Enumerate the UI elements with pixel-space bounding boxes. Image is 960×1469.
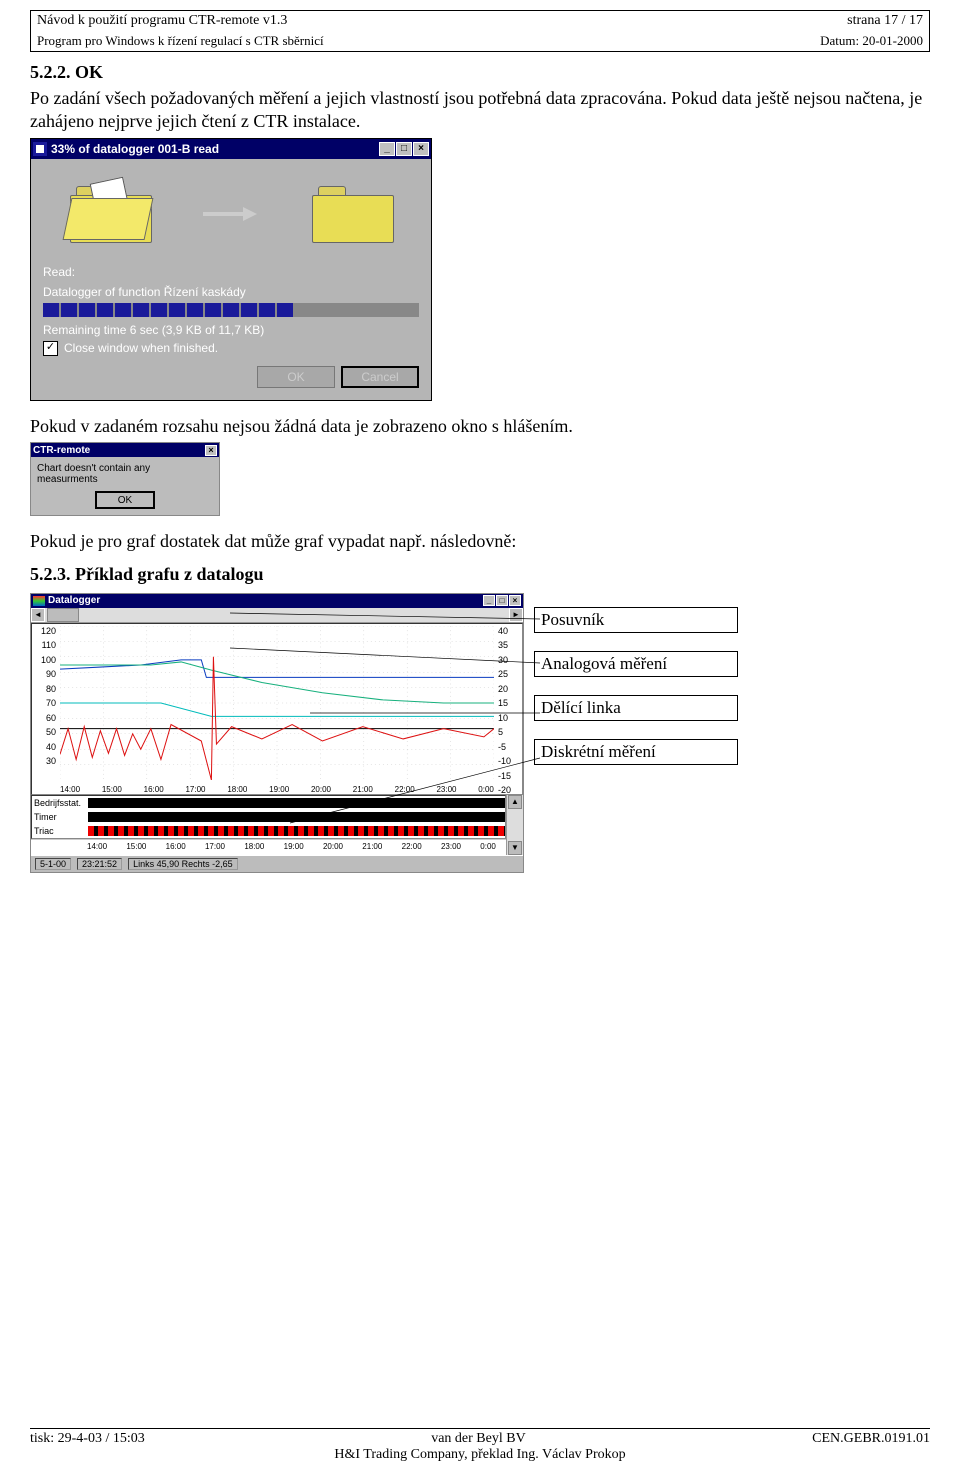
horizontal-scrollbar[interactable]: ◄ ► bbox=[31, 608, 523, 623]
callout-analogova: Analogová měření bbox=[534, 651, 738, 677]
progress-bar bbox=[43, 303, 419, 317]
app-icon bbox=[33, 142, 47, 156]
page-header: Návod k použití programu CTR-remote v1.3… bbox=[30, 10, 930, 52]
cancel-button[interactable]: Cancel bbox=[341, 366, 419, 388]
discrete-row: Bedrijfsstat. bbox=[32, 796, 505, 810]
y-axis-left: 12011010090807060504030 bbox=[32, 624, 58, 794]
vertical-scrollbar[interactable]: ▲ ▼ bbox=[506, 795, 523, 855]
message-box: CTR-remote × Chart doesn't contain any m… bbox=[30, 442, 220, 516]
progress-titlebar[interactable]: 33% of datalogger 001-B read _ □ × bbox=[31, 139, 431, 159]
progress-title: 33% of datalogger 001-B read bbox=[51, 142, 379, 156]
arrow-right-icon bbox=[203, 207, 259, 221]
msgbox-close-button[interactable]: × bbox=[205, 445, 217, 456]
para-mid2: Pokud je pro graf dostatek dat může graf… bbox=[30, 530, 930, 553]
callout-delici: Dělící linka bbox=[534, 695, 738, 721]
datalogger-titlebar[interactable]: Datalogger _ □ × bbox=[31, 594, 523, 608]
copy-animation bbox=[43, 169, 419, 259]
msgbox-title: CTR-remote bbox=[33, 445, 90, 456]
scroll-thumb[interactable] bbox=[47, 608, 79, 622]
para-mid1: Pokud v zadaném rozsahu nejsou žádná dat… bbox=[30, 415, 930, 438]
datalogger-title: Datalogger bbox=[48, 595, 483, 606]
callout-posuvnik: Posuvník bbox=[534, 607, 738, 633]
header-title-left: Návod k použití programu CTR-remote v1.3 bbox=[37, 13, 287, 29]
y-axis-right: 403530252015105-5-10-15-20 bbox=[496, 624, 522, 794]
msgbox-ok-button[interactable]: OK bbox=[95, 491, 155, 509]
maximize-button[interactable]: □ bbox=[396, 142, 412, 156]
datalogger-window: Datalogger _ □ × ◄ ► 1201101009080706050… bbox=[30, 593, 524, 873]
maximize-button[interactable]: □ bbox=[496, 595, 508, 606]
footer-left: tisk: 29-4-03 / 15:03 bbox=[30, 1431, 145, 1447]
discrete-row: Triac bbox=[32, 824, 505, 838]
folder-open-icon bbox=[70, 186, 150, 241]
analog-chart-svg bbox=[60, 626, 494, 780]
status-date: 5-1-00 bbox=[35, 858, 71, 870]
page-footer: tisk: 29-4-03 / 15:03 van der Beyl BV CE… bbox=[30, 1428, 930, 1463]
discrete-chart: Bedrijfsstat. Timer Triac bbox=[31, 795, 506, 839]
status-bar: 5-1-00 23:21:52 Links 45,90 Rechts -2,65 bbox=[31, 855, 523, 872]
minimize-button[interactable]: _ bbox=[483, 595, 495, 606]
progress-dialog: 33% of datalogger 001-B read _ □ × Read:… bbox=[30, 138, 432, 401]
read-label: Read: bbox=[43, 265, 419, 279]
chart-icon bbox=[33, 596, 45, 606]
scroll-track[interactable] bbox=[45, 608, 509, 622]
discrete-row: Timer bbox=[32, 810, 505, 824]
heading-5-2-2: 5.2.2. OK bbox=[30, 62, 930, 83]
status-values: Links 45,90 Rechts -2,65 bbox=[128, 858, 238, 870]
msgbox-titlebar[interactable]: CTR-remote × bbox=[31, 443, 219, 457]
minimize-button[interactable]: _ bbox=[379, 142, 395, 156]
heading-5-2-3: 5.2.3. Příklad grafu z datalogu bbox=[30, 564, 930, 585]
x-axis-1: 14:0015:0016:0017:0018:0019:0020:0021:00… bbox=[60, 785, 494, 794]
footer-mid2: H&I Trading Company, překlad Ing. Václav… bbox=[30, 1447, 930, 1463]
close-when-finished-label: Close window when finished. bbox=[64, 341, 218, 355]
folder-closed-icon bbox=[312, 186, 392, 241]
scroll-left-button[interactable]: ◄ bbox=[31, 608, 45, 622]
footer-mid1: van der Beyl BV bbox=[431, 1431, 525, 1447]
header-sub-right: Datum: 20-01-2000 bbox=[820, 33, 923, 49]
read-value: Datalogger of function Řízení kaskády bbox=[43, 285, 419, 299]
callout-diskretni: Diskrétní měření bbox=[534, 739, 738, 765]
scroll-right-button[interactable]: ► bbox=[509, 608, 523, 622]
x-axis-2: 14:0015:0016:0017:0018:0019:0020:0021:00… bbox=[31, 839, 506, 855]
status-time: 23:21:52 bbox=[77, 858, 122, 870]
scroll-down-button[interactable]: ▼ bbox=[508, 841, 522, 855]
ok-button[interactable]: OK bbox=[257, 366, 335, 388]
close-button[interactable]: × bbox=[509, 595, 521, 606]
para-5-2-2: Po zadání všech požadovaných měření a je… bbox=[30, 87, 930, 134]
analog-chart: 12011010090807060504030 403530252015105-… bbox=[31, 623, 523, 795]
header-title-right: strana 17 / 17 bbox=[847, 13, 923, 29]
header-sub-left: Program pro Windows k řízení regulací s … bbox=[37, 33, 324, 49]
footer-right: CEN.GEBR.0191.01 bbox=[812, 1431, 930, 1447]
remaining-label: Remaining time 6 sec (3,9 KB of 11,7 KB) bbox=[43, 323, 419, 337]
close-button[interactable]: × bbox=[413, 142, 429, 156]
msgbox-text: Chart doesn't contain any measurments bbox=[31, 457, 219, 487]
close-when-finished-checkbox[interactable]: ✓ bbox=[43, 341, 58, 356]
